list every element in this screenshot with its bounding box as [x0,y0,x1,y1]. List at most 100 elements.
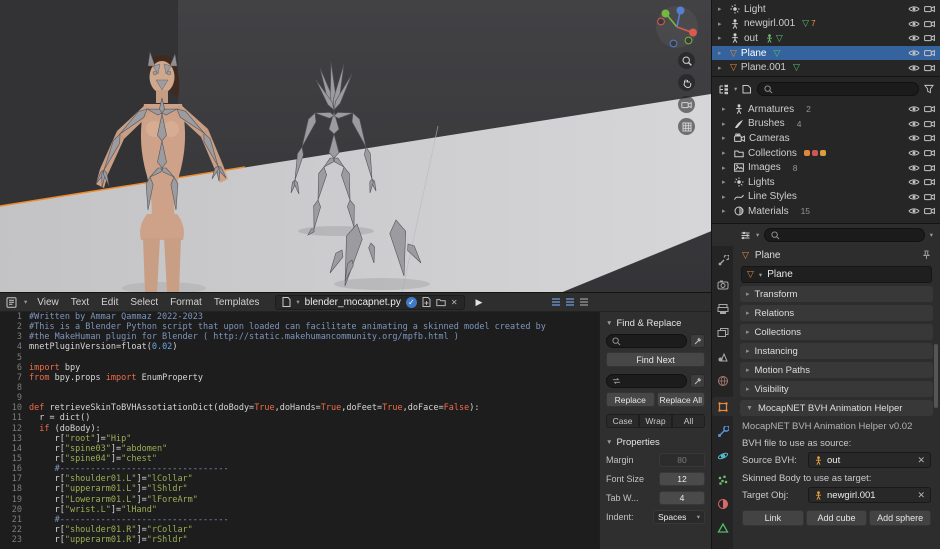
hide-in-viewport-eye-icon[interactable] [908,134,920,142]
disable-in-render-camera-icon[interactable] [924,64,935,72]
outliner-row[interactable]: ▸ out ▽ [712,31,940,46]
panel-transform[interactable]: ▸ Transform [740,286,933,302]
panel-instancing[interactable]: ▸ Instancing [740,343,933,359]
menu-format[interactable]: Format [167,297,205,308]
outliner-item-label[interactable]: Plane.001 [741,62,786,73]
disable-in-render-camera-icon[interactable] [924,193,935,201]
script-filename[interactable]: blender_mocapnet.py [305,297,401,308]
code-area[interactable]: 1 #Written by Ammar Qammaz 2022-2023 2 #Thi… [0,312,599,549]
expand-arrow-icon[interactable]: ▸ [722,134,730,142]
camera-tool-button[interactable] [678,96,695,113]
panel-collapse-arrow[interactable]: ▼ [606,439,612,446]
display-mode-icon[interactable] [742,84,752,94]
disable-in-render-camera-icon[interactable] [924,178,935,186]
menu-select[interactable]: Select [127,297,161,308]
outliner-item-label[interactable]: newgirl.001 [744,18,795,29]
outliner-item-label[interactable]: Armatures [748,104,794,115]
panel-relations[interactable]: ▸ Relations [740,305,933,321]
hide-in-viewport-eye-icon[interactable] [908,178,920,186]
outliner-item-label[interactable]: Collections [748,148,797,159]
hide-in-viewport-eye-icon[interactable] [908,64,920,72]
data-category-row[interactable]: ▸ Lights [712,175,940,190]
outliner-item-label[interactable]: Light [744,4,766,15]
outliner-row[interactable]: ▸ newgirl.001 ▽ 7 [712,17,940,32]
hide-in-viewport-eye-icon[interactable] [908,164,920,172]
tab-particles-properties[interactable] [712,472,733,488]
axis-x-handle[interactable] [689,28,697,37]
editor-type-icon[interactable] [6,296,17,308]
run-script-button[interactable]: ▶ [476,297,483,308]
disable-in-render-camera-icon[interactable] [924,49,935,57]
zoom-tool-button[interactable] [678,52,695,69]
disable-in-render-camera-icon[interactable] [924,134,935,142]
chevron-down-icon[interactable]: ▾ [930,231,933,239]
indent-field[interactable]: Spaces ▾ [653,510,705,524]
find-replace-panel-header[interactable]: ▼ Find & Replace [606,318,705,329]
tab-modifiers-properties[interactable] [712,424,733,440]
pin-icon[interactable] [922,250,931,260]
object-name-field[interactable]: ▽ ▾ Plane [741,266,932,283]
outliner-item-label[interactable]: Line Styles [748,191,797,202]
outliner-item-label[interactable]: Brushes [748,118,785,129]
axis-z-handle[interactable] [676,6,685,15]
fontsize-field[interactable]: 12 [659,472,705,486]
margin-field[interactable]: 80 [659,453,705,467]
hide-in-viewport-eye-icon[interactable] [908,149,920,157]
text-datablock-selector[interactable]: ▾ blender_mocapnet.py ✓ ✕ [275,294,465,310]
tab-physics-properties[interactable] [712,448,733,464]
find-next-button[interactable]: Find Next [606,352,705,367]
expand-arrow-icon[interactable]: ▸ [718,49,726,57]
unlink-icon[interactable]: ✕ [451,298,458,307]
data-category-row[interactable]: ▸ Armatures 2 [712,102,940,117]
replace-input[interactable] [606,374,687,388]
data-search-input[interactable] [757,82,919,96]
hide-in-viewport-eye-icon[interactable] [908,34,920,42]
data-category-row[interactable]: ▸ Line Styles [712,190,940,205]
properties-search-input[interactable] [764,228,925,242]
eyedropper-button[interactable] [690,334,705,348]
panel-expand-arrow[interactable]: ▸ [746,290,750,298]
add-sphere-button[interactable]: Add sphere [869,510,932,526]
target-obj-dropdown[interactable]: newgirl.001 ✕ [808,487,931,503]
tab-world-properties[interactable] [712,373,733,389]
panel-collections[interactable]: ▸ Collections [740,324,933,340]
panel-collapse-arrow[interactable]: ▼ [746,405,753,412]
outliner-item-label[interactable]: Images [748,162,781,173]
toggle-wrap[interactable]: Wrap [639,414,672,428]
expand-arrow-icon[interactable]: ▸ [722,120,730,128]
properties-panel-header[interactable]: ▼ Properties [606,437,705,448]
expand-arrow-icon[interactable]: ▸ [718,20,726,28]
outliner-editor-icon[interactable] [718,84,729,95]
tab-object-properties[interactable] [712,397,733,416]
disable-in-render-camera-icon[interactable] [924,105,935,113]
list-view-icon[interactable] [551,297,561,307]
properties-scrollbar[interactable] [934,344,938,408]
panel-collapse-arrow[interactable]: ▼ [606,320,612,327]
clear-icon[interactable]: ✕ [917,455,925,466]
menu-edit[interactable]: Edit [98,297,121,308]
hide-in-viewport-eye-icon[interactable] [908,193,920,201]
list-view-icon[interactable] [565,297,575,307]
hide-in-viewport-eye-icon[interactable] [908,49,920,57]
hide-in-viewport-eye-icon[interactable] [908,105,920,113]
outliner-row[interactable]: ▸ ▽ Plane.001 ▽ [712,60,940,75]
hide-in-viewport-eye-icon[interactable] [908,20,920,28]
tab-tool-properties[interactable] [712,253,733,269]
tab-render-properties[interactable] [712,277,733,293]
expand-arrow-icon[interactable]: ▸ [722,193,730,201]
disable-in-render-camera-icon[interactable] [924,164,935,172]
eyedropper-button[interactable] [690,374,705,388]
tab-material-properties[interactable] [712,496,733,512]
disable-in-render-camera-icon[interactable] [924,149,935,157]
tabw-field[interactable]: 4 [659,491,705,505]
disable-in-render-camera-icon[interactable] [924,120,935,128]
panel-expand-arrow[interactable]: ▸ [746,366,750,374]
tab-data-properties[interactable] [712,520,733,536]
hide-in-viewport-eye-icon[interactable] [908,207,920,215]
menu-view[interactable]: View [34,297,62,308]
replace-button[interactable]: Replace [606,392,655,407]
outliner-item-label[interactable]: Materials [748,206,789,217]
toggle-all[interactable]: All [672,414,705,428]
grid-tool-button[interactable] [678,118,695,135]
breadcrumb-object[interactable]: Plane [755,250,781,261]
